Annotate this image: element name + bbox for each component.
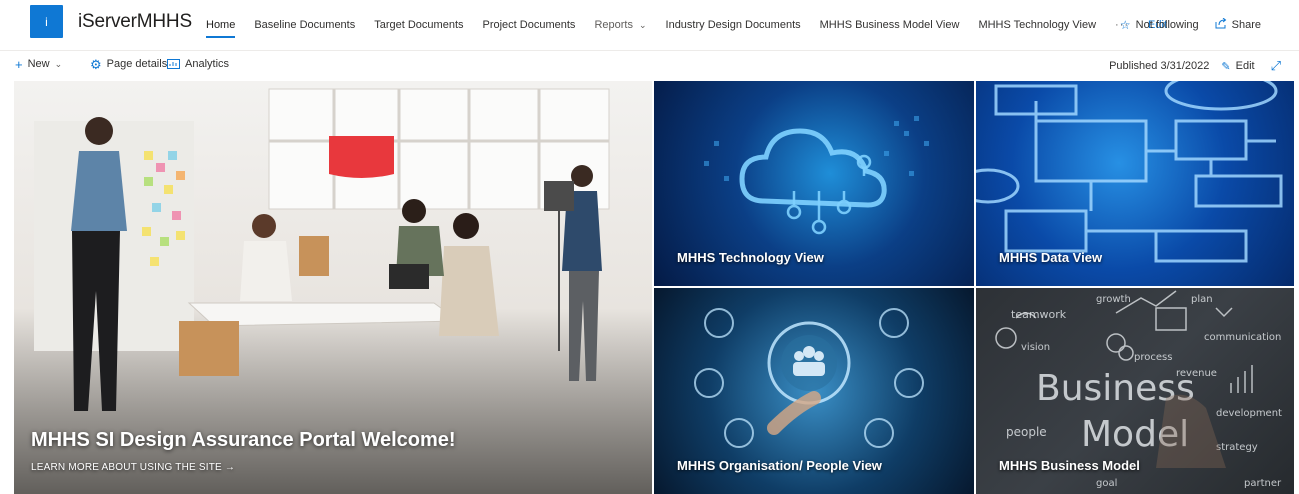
follow-label: Not following (1135, 19, 1199, 31)
nav-item-home[interactable]: Home (206, 0, 236, 50)
nav-item-mhhs-technology-view[interactable]: MHHS Technology View (978, 0, 1096, 50)
edit-page-label: Edit (1235, 60, 1255, 72)
hero-tile-technology-view[interactable]: MHHS Technology View (654, 81, 974, 286)
pencil-icon: ✎ (1221, 60, 1231, 73)
follow-button[interactable]: ☆ Not following (1120, 18, 1199, 32)
nav-item-mhhs-business-model-view[interactable]: MHHS Business Model View (820, 0, 960, 50)
overlay-text-process: process (1134, 352, 1172, 363)
site-header: i iServerMHHS Home Baseline Documents Ta… (0, 0, 1299, 50)
overlay-text-teamwork: teamwork (1011, 308, 1067, 321)
tile-label-organisation-people-view: MHHS Organisation/ People View (677, 458, 882, 473)
share-icon (1215, 17, 1227, 32)
chevron-down-icon: ⌄ (638, 19, 647, 30)
gear-icon: ⚙ (90, 56, 102, 72)
overlay-text-communication: communication (1204, 332, 1281, 343)
command-bar-right: Published 3/31/2022 ✎ Edit ⤢ (1109, 58, 1281, 74)
nav-item-reports[interactable]: Reports ⌄ (594, 0, 646, 50)
star-icon: ☆ (1119, 18, 1131, 32)
page-details-button[interactable]: ⚙ Page details (90, 56, 168, 72)
new-label: New (27, 58, 50, 70)
hero-tile-business-model[interactable]: teamwork vision communication Business M… (976, 288, 1294, 494)
page-details-label: Page details (106, 58, 168, 70)
learn-more-link[interactable]: LEARN MORE ABOUT USING THE SITE → (31, 462, 235, 473)
expand-icon[interactable]: ⤢ (1271, 58, 1281, 74)
overlay-text-growth: growth (1096, 294, 1131, 305)
hero-webpart: MHHS SI Design Assurance Portal Welcome!… (14, 81, 1294, 494)
overlay-text-people: people (1006, 425, 1047, 439)
overlay-text-partner: partner (1244, 478, 1282, 489)
nav-item-project-documents[interactable]: Project Documents (483, 0, 576, 50)
analytics-label: Analytics (185, 58, 230, 70)
overlay-text-strategy: strategy (1216, 442, 1258, 453)
share-button[interactable]: Share (1215, 17, 1261, 32)
site-title[interactable]: iServerMHHS (78, 11, 192, 33)
overlay-text-development: development (1216, 408, 1282, 419)
nav-item-industry-design-documents[interactable]: Industry Design Documents (666, 0, 801, 50)
overlay-text-vision: vision (1021, 342, 1050, 353)
tile-label-business-model: MHHS Business Model (999, 458, 1140, 473)
top-navigation: Home Baseline Documents Target Documents… (206, 0, 1186, 50)
analytics-icon (167, 58, 180, 70)
hero-tile-organisation-people-view[interactable]: MHHS Organisation/ People View (654, 288, 974, 494)
hero-title: MHHS SI Design Assurance Portal Welcome! (31, 429, 456, 451)
overlay-text-revenue: revenue (1176, 368, 1217, 379)
nav-item-baseline-documents[interactable]: Baseline Documents (254, 0, 355, 50)
nav-item-target-documents[interactable]: Target Documents (374, 0, 463, 50)
header-actions: ☆ Not following Share (1104, 0, 1261, 50)
hero-tile-welcome[interactable]: MHHS SI Design Assurance Portal Welcome!… (14, 81, 652, 494)
tile-label-technology-view: MHHS Technology View (677, 250, 824, 265)
chevron-down-icon: ⌄ (54, 58, 63, 69)
plus-icon: + (15, 56, 23, 72)
published-date: Published 3/31/2022 (1109, 60, 1210, 72)
overlay-text-goal: goal (1096, 478, 1117, 489)
command-bar: + New ⌄ ⚙ Page details Analytics Publish… (0, 50, 1299, 80)
overlay-text-plan: plan (1191, 294, 1213, 305)
hero-tile-data-view[interactable]: MHHS Data View (976, 81, 1294, 286)
tile-label-data-view: MHHS Data View (999, 250, 1103, 265)
share-label: Share (1231, 19, 1261, 31)
new-button[interactable]: + New ⌄ (15, 56, 63, 72)
analytics-button[interactable]: Analytics (167, 58, 229, 70)
site-logo[interactable]: i (30, 5, 63, 38)
edit-page-button[interactable]: ✎ Edit (1221, 60, 1254, 73)
